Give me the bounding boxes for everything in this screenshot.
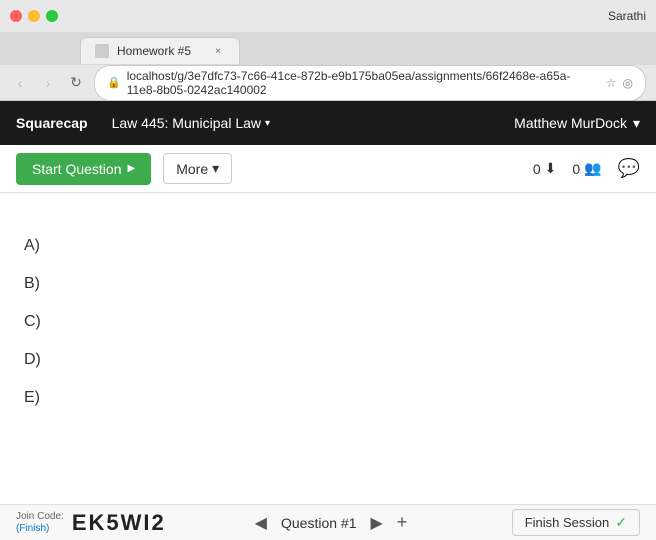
answer-options: A) B) C) D) E) [24,233,632,411]
more-dropdown-icon: ▾ [212,160,219,177]
question-label: Question #1 [281,515,357,531]
join-code-label: Join Code: [16,511,64,523]
url-actions: ☆ ◎ [606,76,633,90]
answer-option-c: C) [24,309,632,335]
finish-link[interactable]: (Finish) [16,523,49,534]
browser-chrome: Homework #5 × Sarathi [0,0,656,33]
reload-button[interactable]: ↻ [66,73,86,93]
extension-icon[interactable]: ◎ [623,76,633,90]
lock-icon: 🔒 [107,76,121,89]
next-question-button[interactable]: ▶ [364,509,388,537]
address-bar: ‹ › ↻ 🔒 localhost/g/3e7dfc73-7c66-41ce-8… [0,65,656,101]
downloads-count: 0 [533,161,541,177]
join-code-info: Join Code: (Finish) [16,511,64,534]
tab-bar: Homework #5 × [0,32,656,64]
users-stat: 0 👥 [572,160,601,177]
tab-label: Homework #5 [117,44,191,58]
course-name-label: Law 445: Municipal Law [112,115,261,131]
answer-option-b: B) [24,271,632,297]
answer-option-a: A) [24,233,632,259]
fullscreen-window-button[interactable] [46,10,58,22]
start-question-button[interactable]: Start Question ▶ [16,153,151,185]
close-window-button[interactable] [10,10,22,22]
back-button[interactable]: ‹ [10,73,30,93]
option-a-label: A) [24,237,40,254]
forward-button[interactable]: › [38,73,58,93]
join-code-section: Join Code: (Finish) EK5WI2 [16,510,166,536]
user-name-label: Matthew MurDock [514,115,627,131]
browser-tab[interactable]: Homework #5 × [80,37,240,64]
answer-option-e: E) [24,385,632,411]
user-menu[interactable]: Matthew MurDock ▾ [514,115,640,132]
main-content: A) B) C) D) E) [0,193,656,513]
tab-favicon [95,44,109,58]
finish-session-label: Finish Session [525,515,610,530]
user-menu-arrow-icon: ▾ [633,115,640,132]
play-icon: ▶ [128,163,136,174]
title-bar: Homework #5 × Sarathi [0,0,656,32]
more-button[interactable]: More ▾ [163,153,232,184]
download-icon: ⬇ [545,160,557,177]
users-count: 0 [572,161,580,177]
option-e-label: E) [24,389,40,406]
users-icon: 👥 [584,160,601,177]
option-c-label: C) [24,313,41,330]
option-d-label: D) [24,351,41,368]
toolbar: Start Question ▶ More ▾ 0 ⬇ 0 👥 💬 [0,145,656,193]
app-logo: Squarecap [16,115,88,131]
url-bar[interactable]: 🔒 localhost/g/3e7dfc73-7c66-41ce-872b-e9… [94,65,646,101]
minimize-window-button[interactable] [28,10,40,22]
add-question-button[interactable]: + [397,512,408,533]
prev-question-button[interactable]: ◀ [249,509,273,537]
more-label: More [176,161,208,177]
finish-session-button[interactable]: Finish Session ✓ [512,509,640,536]
url-text: localhost/g/3e7dfc73-7c66-41ce-872b-e9b1… [127,69,600,97]
join-code-value: EK5WI2 [72,510,166,536]
option-b-label: B) [24,275,40,292]
finish-check-icon: ✓ [615,514,627,531]
question-nav: ◀ Question #1 ▶ + [249,509,408,537]
app-header: Squarecap Law 445: Municipal Law ▾ Matth… [0,101,656,145]
answer-option-d: D) [24,347,632,373]
bookmark-icon[interactable]: ☆ [606,76,617,90]
bottom-bar: Join Code: (Finish) EK5WI2 ◀ Question #1… [0,504,656,540]
downloads-stat: 0 ⬇ [533,160,557,177]
browser-profile: Sarathi [608,9,646,23]
toolbar-stats: 0 ⬇ 0 👥 💬 [533,158,640,179]
chat-button[interactable]: 💬 [618,158,640,179]
course-selector[interactable]: Law 445: Municipal Law ▾ [112,115,270,131]
tab-close-button[interactable]: × [211,44,225,58]
traffic-lights [10,10,58,22]
chat-icon: 💬 [618,158,640,178]
start-question-label: Start Question [32,161,122,177]
course-dropdown-icon: ▾ [265,118,270,129]
